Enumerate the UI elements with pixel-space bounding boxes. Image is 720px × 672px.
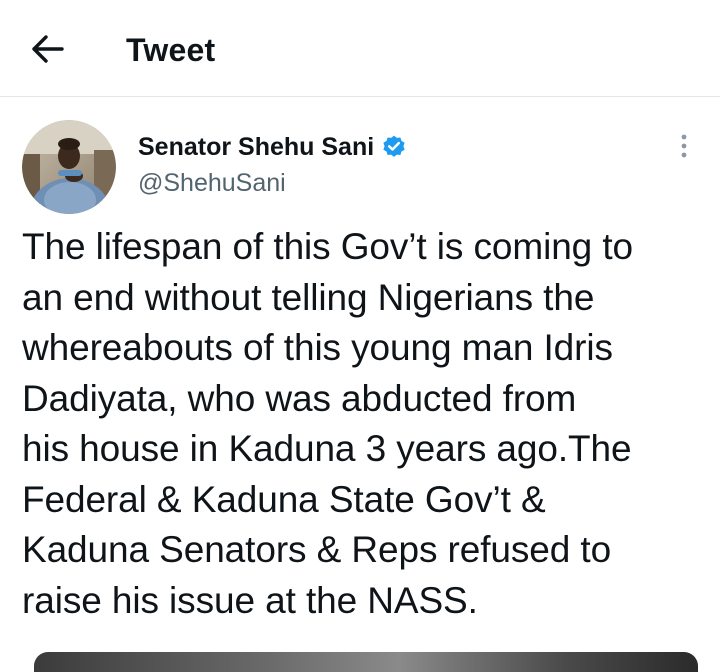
top-app-bar: Tweet <box>0 0 720 97</box>
back-button[interactable] <box>26 29 70 73</box>
author-name: Senator Shehu Sani <box>138 133 375 161</box>
author-handle[interactable]: @ShehuSani <box>138 167 286 199</box>
more-options-button[interactable] <box>666 130 702 166</box>
page-title: Tweet <box>126 32 216 68</box>
arrow-left-icon <box>31 34 65 69</box>
tweet-media[interactable] <box>34 652 698 672</box>
author-name-row[interactable]: Senator Shehu Sani <box>138 131 407 163</box>
tweet-text: The lifespan of this Gov’t is coming to … <box>22 226 633 621</box>
verified-badge-icon <box>381 134 407 160</box>
avatar-photo <box>22 120 116 214</box>
more-vertical-icon <box>679 133 689 164</box>
avatar[interactable] <box>22 120 116 214</box>
